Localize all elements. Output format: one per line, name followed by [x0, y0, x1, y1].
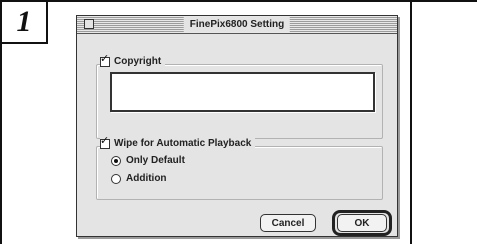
dialog-titlebar[interactable]: FinePix6800 Setting [77, 16, 397, 34]
radio-addition[interactable]: Addition [111, 173, 167, 184]
radio-only-default-label: Only Default [126, 155, 185, 166]
wipe-checkbox[interactable]: ✓ [100, 134, 110, 149]
radio-icon[interactable] [111, 173, 121, 184]
radio-addition-label: Addition [126, 173, 167, 184]
settings-dialog: FinePix6800 Setting ✓ Copyright ✓ Wipe f… [76, 15, 398, 237]
close-box-icon[interactable] [84, 19, 94, 29]
wipe-checkbox-row[interactable]: ✓ Wipe for Automatic Playback [100, 134, 256, 149]
copyright-checkbox[interactable]: ✓ [100, 52, 110, 67]
radio-icon[interactable] [111, 155, 121, 166]
checkmark-icon: ✓ [100, 52, 110, 65]
frame-top-rule [0, 0, 477, 2]
ok-button[interactable]: OK [337, 214, 387, 232]
copyright-checkbox-row[interactable]: ✓ Copyright [100, 52, 166, 67]
wipe-label: Wipe for Automatic Playback [114, 138, 252, 149]
radio-only-default[interactable]: Only Default [111, 155, 185, 166]
frame-right-rule [410, 0, 412, 244]
cancel-button[interactable]: Cancel [260, 214, 316, 232]
checkmark-icon: ✓ [100, 134, 110, 147]
dialog-title: FinePix6800 Setting [183, 17, 291, 32]
copyright-text-field[interactable] [110, 72, 375, 112]
step-number-badge: 1 [2, 2, 48, 44]
copyright-label: Copyright [114, 56, 162, 67]
